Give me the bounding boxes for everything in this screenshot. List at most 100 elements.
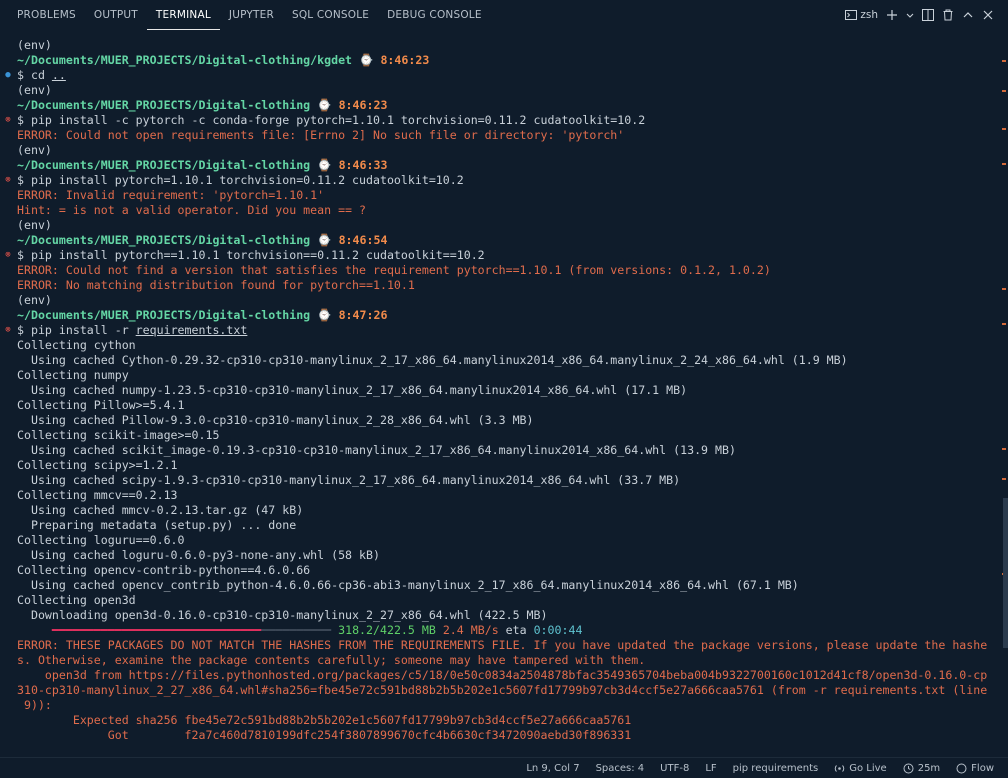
terminal-text: ~/Documents/MUER_PROJECTS/Digital-clothi…: [17, 308, 311, 322]
terminal-line: ERROR: THESE PACKAGES DO NOT MATCH THE H…: [0, 638, 998, 653]
error-marker: [1002, 90, 1006, 92]
panel-tab-bar: PROBLEMS OUTPUT TERMINAL JUPYTER SQL CON…: [0, 0, 1008, 30]
terminal-line: Hint: = is not a valid operator. Did you…: [0, 203, 998, 218]
terminal-text: ⌚: [310, 308, 339, 322]
shell-name: zsh: [860, 9, 878, 21]
kill-terminal-button[interactable]: [942, 9, 954, 21]
error-marker: [1002, 163, 1006, 165]
terminal-text: ERROR: No matching distribution found fo…: [17, 278, 415, 292]
new-terminal-button[interactable]: [886, 9, 898, 21]
terminal-line: (env): [0, 83, 998, 98]
terminal-text: 8:46:54: [338, 233, 388, 247]
terminal-line: Using cached scikit_image-0.19.3-cp310-c…: [0, 443, 998, 458]
maximize-panel-button[interactable]: [962, 9, 974, 21]
terminal-text: Using cached loguru-0.6.0-py3-none-any.w…: [17, 548, 380, 562]
terminal-output[interactable]: (env) ~/Documents/MUER_PROJECTS/Digital-c…: [0, 38, 998, 756]
terminal-text: Preparing metadata (setup.py) ... done: [17, 518, 297, 532]
split-icon: [922, 9, 934, 21]
terminal-text: (env): [17, 83, 52, 97]
error-marker: [1002, 448, 1006, 450]
split-terminal-button[interactable]: [922, 9, 934, 21]
terminal-shell-selector[interactable]: zsh: [845, 9, 878, 21]
terminal-text: Expected sha256 fbe45e72c591bd88b2b5b202…: [17, 713, 632, 727]
status-timer[interactable]: 25m: [895, 763, 948, 774]
terminal-text: ⌚: [310, 233, 339, 247]
terminal-dropdown-button[interactable]: [906, 9, 914, 21]
terminal-line: ERROR: No matching distribution found fo…: [0, 278, 998, 293]
error-marker: [1002, 323, 1006, 325]
terminal-line: ~/Documents/MUER_PROJECTS/Digital-clothi…: [0, 98, 998, 113]
status-go-live[interactable]: Go Live: [826, 763, 894, 774]
terminal-text: ⌚: [310, 98, 339, 112]
terminal-text: Collecting loguru==0.6.0: [17, 533, 185, 547]
terminal-text: 8:47:26: [338, 308, 388, 322]
close-panel-button[interactable]: [982, 9, 994, 21]
terminal-text: ~/Documents/MUER_PROJECTS/Digital-clothi…: [17, 98, 311, 112]
terminal-line: Collecting loguru==0.6.0: [0, 533, 998, 548]
terminal-text: Using cached scikit_image-0.19.3-cp310-c…: [17, 443, 736, 457]
tab-output[interactable]: OUTPUT: [85, 0, 147, 30]
terminal-text: Collecting opencv-contrib-python==4.6.0.…: [17, 563, 311, 577]
circle-icon: [956, 763, 967, 773]
terminal-scrollbar[interactable]: [998, 38, 1008, 756]
terminal-text: (env): [17, 293, 52, 307]
status-flow[interactable]: Flow: [948, 763, 1008, 774]
terminal-text: Collecting Pillow>=5.4.1: [17, 398, 185, 412]
terminal-text: Collecting open3d: [17, 593, 136, 607]
terminal-text: $ pip install pytorch=1.10.1 torchvision…: [17, 173, 464, 187]
terminal-line: (env): [0, 38, 998, 53]
terminal-text: s. Otherwise, examine the package conten…: [17, 653, 646, 667]
terminal-line: ━━━━━━━━━━━━━━━━━━━━━━━━━━━━━━━━━━━━━━━━…: [0, 623, 998, 638]
terminal-line: ⊗ $ pip install -c pytorch -c conda-forge…: [0, 113, 998, 128]
terminal-line: Collecting scikit-image>=0.15: [0, 428, 998, 443]
terminal-line: Collecting opencv-contrib-python==4.6.0.…: [0, 563, 998, 578]
command-failed-icon[interactable]: ⊗: [3, 113, 13, 128]
terminal-text: $ cd: [17, 68, 52, 82]
status-eol[interactable]: LF: [697, 763, 724, 774]
terminal-text: (env): [17, 143, 52, 157]
terminal-line: Using cached numpy-1.23.5-cp310-cp310-ma…: [0, 383, 998, 398]
status-indentation[interactable]: Spaces: 4: [588, 763, 653, 774]
terminal-text: (env): [17, 38, 52, 52]
command-failed-icon[interactable]: ⊗: [3, 248, 13, 263]
terminal-text: requirements.txt: [135, 323, 248, 337]
command-failed-icon[interactable]: ⊗: [3, 173, 13, 188]
terminal-line: ~/Documents/MUER_PROJECTS/Digital-clothi…: [0, 308, 998, 323]
terminal-line: ERROR: Could not find a version that sat…: [0, 263, 998, 278]
terminal-line: Collecting open3d: [0, 593, 998, 608]
command-success-icon[interactable]: ●: [3, 68, 13, 83]
terminal-line: Expected sha256 fbe45e72c591bd88b2b5b202…: [0, 713, 998, 728]
scrollbar-thumb[interactable]: [1003, 498, 1008, 648]
terminal-line: Collecting numpy: [0, 368, 998, 383]
tab-jupyter[interactable]: JUPYTER: [220, 0, 283, 30]
status-language-mode[interactable]: pip requirements: [725, 763, 827, 774]
tab-debug-console[interactable]: DEBUG CONSOLE: [378, 0, 491, 30]
terminal-line: ~/Documents/MUER_PROJECTS/Digital-clothi…: [0, 158, 998, 173]
terminal-actions: zsh: [845, 0, 994, 30]
terminal-text: Collecting scipy>=1.2.1: [17, 458, 178, 472]
terminal-line: ~/Documents/MUER_PROJECTS/Digital-clothi…: [0, 53, 998, 68]
tab-terminal[interactable]: TERMINAL: [146, 0, 220, 30]
terminal-text: Collecting scikit-image>=0.15: [17, 428, 220, 442]
terminal-line: Using cached Cython-0.29.32-cp310-cp310-…: [0, 353, 998, 368]
broadcast-icon: [834, 764, 845, 772]
terminal-text: $ pip install -r: [17, 323, 136, 337]
tab-sql-console[interactable]: SQL CONSOLE: [283, 0, 378, 30]
status-encoding[interactable]: UTF-8: [652, 763, 697, 774]
error-marker: [1002, 128, 1006, 130]
terminal-text: 8:46:33: [338, 158, 388, 172]
tab-problems[interactable]: PROBLEMS: [0, 0, 85, 30]
terminal-line: ERROR: Invalid requirement: 'pytorch=1.1…: [0, 188, 998, 203]
terminal-text: 2.4 MB/s: [442, 623, 499, 637]
error-marker: [1002, 288, 1006, 290]
terminal-text: Using cached scipy-1.9.3-cp310-cp310-man…: [17, 473, 681, 487]
terminal-text: ⌚: [310, 158, 339, 172]
command-failed-icon[interactable]: ⊗: [3, 323, 13, 338]
terminal-line: Preparing metadata (setup.py) ... done: [0, 518, 998, 533]
terminal-text: 0:00:44: [533, 623, 583, 637]
status-cursor-position[interactable]: Ln 9, Col 7: [518, 763, 587, 774]
error-marker: [1002, 60, 1006, 62]
terminal-line: Collecting mmcv==0.2.13: [0, 488, 998, 503]
